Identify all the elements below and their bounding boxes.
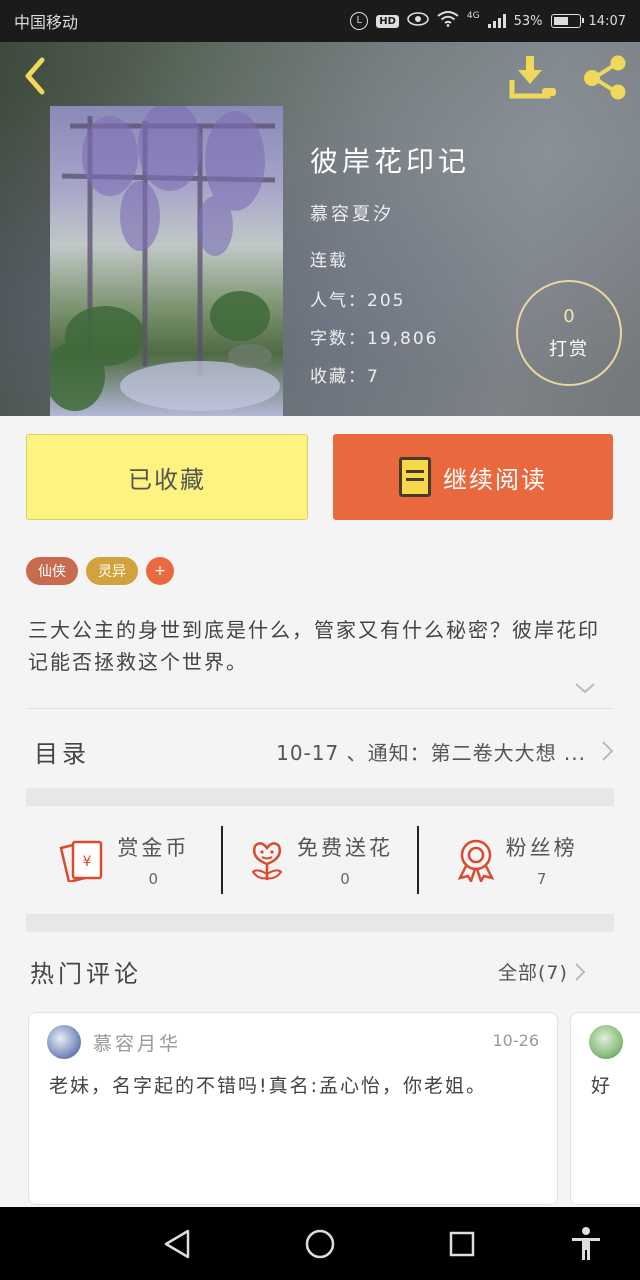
carrier-label: 中国移动 [14,13,79,32]
battery-icon [550,14,584,28]
gold-reward-value: 0 [148,870,159,888]
comment-text: 好 [591,1075,613,1097]
flower-icon [251,842,283,880]
square-recents-icon [449,1231,475,1257]
free-flower-button[interactable]: 免费送花 0 [223,825,418,895]
comment-card[interactable]: 好 [570,1012,640,1205]
toc-label: 目录 [34,739,90,768]
accessibility-icon [572,1227,600,1260]
svg-text:¥: ¥ [83,854,92,870]
expand-synopsis-icon[interactable] [574,680,596,700]
section-separator [26,914,614,932]
table-of-contents-row[interactable]: 目录 10-17 、通知：第二卷大大想 ... [26,720,614,782]
book-author[interactable]: 慕容夏汐 [310,200,394,226]
continue-reading-label: 继续阅读 [443,465,547,494]
download-button[interactable] [508,54,558,100]
gold-reward-button[interactable]: ¥ 赏金币 0 [26,825,221,895]
continue-reading-button[interactable]: 继续阅读 [333,434,613,520]
free-flower-text: 免费送花 0 [297,832,393,888]
volte-icon: L [350,12,369,30]
book-header: 彼岸花印记 慕容夏汐 连载 人气：205 字数：19,806 收藏：7 0 打赏 [0,42,640,416]
network-type: 4G [466,11,480,21]
wifi-icon [437,11,459,31]
tip-button[interactable]: 0 打赏 [516,280,622,386]
tag-xianxia[interactable]: 仙侠 [26,557,78,585]
book-cover-image[interactable] [50,106,283,416]
clock: 14:07 [588,13,626,29]
add-tag-button[interactable]: + [146,557,174,585]
share-icon [584,55,626,100]
back-arrow-icon [25,57,45,95]
tag-list: 仙侠 灵异 + [26,557,174,585]
medal-icon [457,839,495,882]
accessibility-button[interactable] [567,1225,605,1263]
latest-chapter: 10-17 、通知：第二卷大大想 ... [276,740,586,765]
synopsis: 三大公主的身世到底是什么，管家又有什么秘密？彼岸花印记能否拯救这个世界。 [28,618,600,674]
word-count: 字数：19,806 [310,329,439,349]
divider [26,708,614,709]
gold-reward-text: 赏金币 0 [117,832,189,888]
tag-lingyi[interactable]: 灵异 [86,557,138,585]
avatar[interactable] [47,1025,81,1059]
nav-recents-button[interactable] [443,1225,481,1263]
nav-home-button[interactable] [301,1225,339,1263]
triangle-back-icon [164,1229,190,1259]
comment-text: 老妹，名字起的不错吗!真名:孟心怡，你老姐。 [49,1075,488,1097]
favorited-label: 已收藏 [128,465,206,494]
all-comments-link[interactable]: 全部(7) [498,958,586,985]
popularity: 人气：205 [310,291,406,311]
fan-ranking-value: 7 [536,870,547,888]
nav-back-button[interactable] [158,1225,196,1263]
serial-status: 连载 [310,251,348,271]
comment-username[interactable]: 慕容月华 [93,1029,181,1056]
stats-row: ¥ 赏金币 0 免费送花 0 粉丝榜 7 [26,812,614,908]
comment-date: 10-26 [492,1031,540,1050]
status-icons: L HD 4G 53% 14:07 [350,11,626,31]
hot-comments-title: 热门评论 [30,960,142,988]
status-bar: 中国移动 L HD 4G 53% 14:07 [0,0,640,42]
signal-icon [487,14,506,28]
chevron-right-icon [602,741,614,761]
back-button[interactable] [14,56,54,96]
favorited-button[interactable]: 已收藏 [26,434,308,520]
tip-count: 0 [563,305,575,327]
battery-percent: 53% [513,13,543,29]
comment-card[interactable]: 慕容月华 10-26 老妹，名字起的不错吗!真名:孟心怡，你老姐。 [28,1012,558,1205]
share-button[interactable] [580,54,630,100]
download-icon [509,56,556,99]
book-icon [399,457,431,497]
circle-home-icon [305,1229,335,1259]
all-comments-label: 全部(7) [498,962,568,984]
system-navigation-bar [0,1207,640,1280]
eye-icon [407,12,429,30]
favorites-count: 收藏：7 [310,367,380,387]
avatar[interactable] [589,1025,623,1059]
book-title: 彼岸花印记 [310,145,471,178]
hd-icon: HD [376,14,399,28]
fan-ranking-button[interactable]: 粉丝榜 7 [419,825,614,895]
free-flower-value: 0 [340,870,350,888]
free-flower-label: 免费送花 [297,836,393,860]
chevron-right-icon [575,962,586,981]
fan-ranking-text: 粉丝榜 7 [506,832,578,888]
tip-label: 打赏 [549,338,589,360]
section-separator [26,788,614,806]
fan-ranking-label: 粉丝榜 [505,836,578,860]
red-envelope-icon: ¥ [59,840,103,882]
gold-reward-label: 赏金币 [117,836,190,860]
